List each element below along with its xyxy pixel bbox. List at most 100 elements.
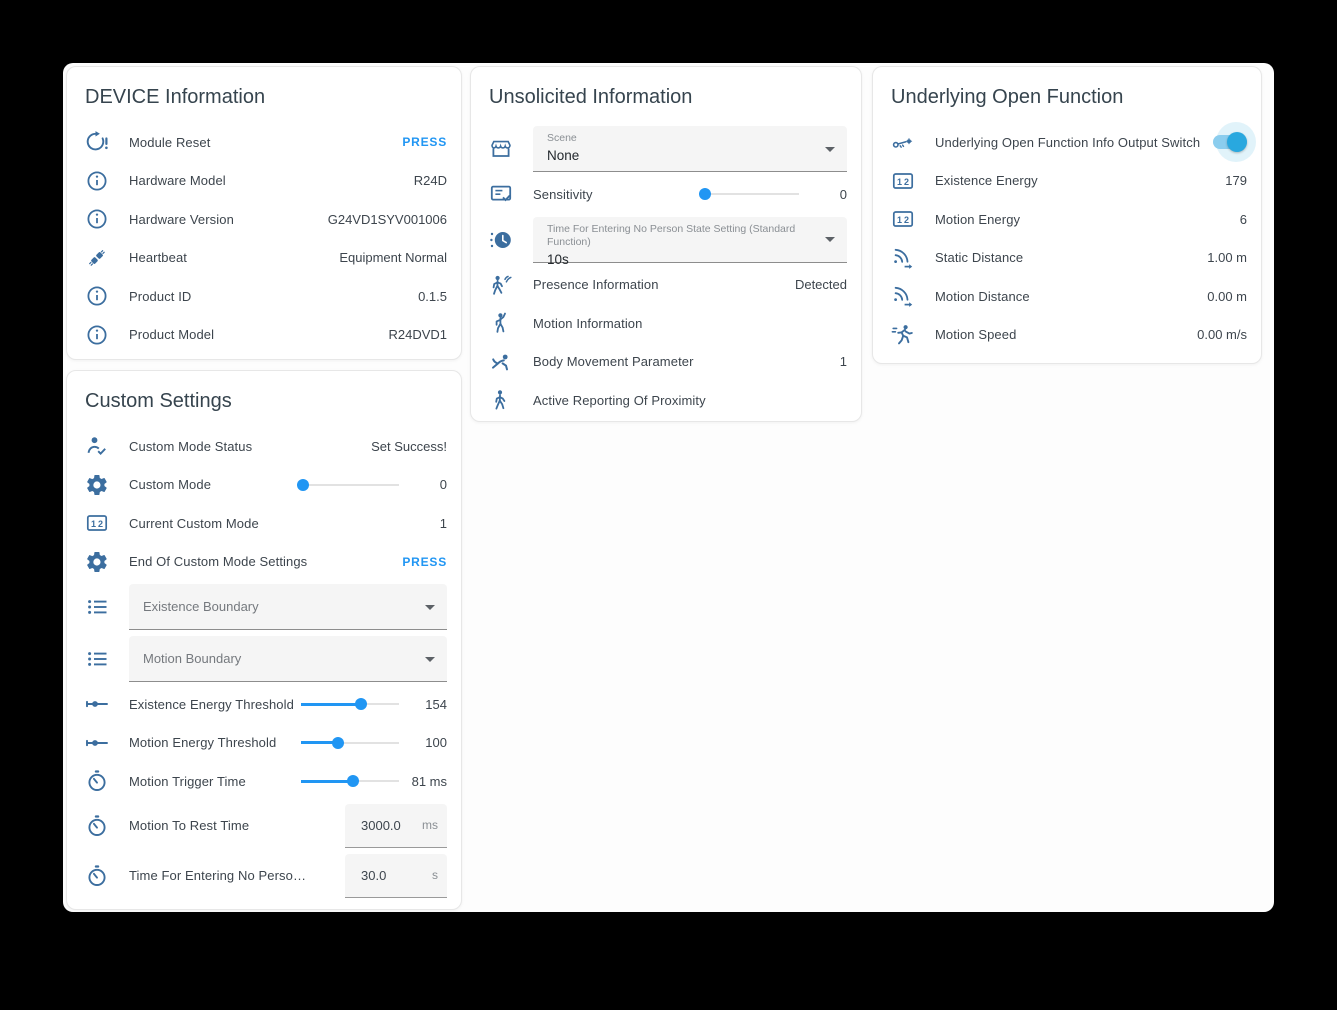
existence-energy-label: Existence Energy [935, 173, 1225, 188]
plug-icon [85, 246, 109, 270]
hardware-model-label: Hardware Model [129, 173, 414, 188]
scene-row: Scene None [471, 123, 861, 175]
unsolicited-information-title: Unsolicited Information [471, 83, 861, 111]
module-reset-row: Module Reset PRESS [67, 123, 461, 162]
person-check-icon [85, 434, 109, 458]
chevron-down-icon [825, 147, 835, 152]
sensitivity-slider[interactable] [701, 187, 799, 201]
timer-icon [85, 769, 109, 793]
key-icon [891, 130, 915, 154]
motion-distance-label: Motion Distance [935, 289, 1207, 304]
hardware-version-row: Hardware Version G24VD1SYV001006 [67, 200, 461, 239]
hardware-model-value: R24D [414, 173, 447, 188]
time-no-person-standard-select[interactable]: Time For Entering No Person State Settin… [533, 217, 847, 263]
custom-mode-status-value: Set Success! [371, 439, 447, 454]
product-model-label: Product Model [129, 327, 388, 342]
sensitivity-value: 0 [807, 187, 847, 202]
end-custom-mode-row: End Of Custom Mode Settings PRESS [67, 543, 461, 582]
existence-boundary-select[interactable]: Existence Boundary [129, 584, 447, 630]
product-id-value: 0.1.5 [418, 289, 447, 304]
info-icon [85, 323, 109, 347]
motion-to-rest-time-label: Motion To Rest Time [129, 818, 345, 833]
motion-boundary-select[interactable]: Motion Boundary [129, 636, 447, 682]
timer-icon [85, 814, 109, 838]
device-information-title: DEVICE Information [67, 83, 461, 111]
existence-energy-threshold-value: 154 [407, 697, 447, 712]
motion-energy-threshold-slider[interactable] [301, 736, 399, 750]
motion-energy-row: Motion Energy 6 [873, 200, 1261, 239]
product-id-row: Product ID 0.1.5 [67, 277, 461, 316]
heartbeat-row: Heartbeat Equipment Normal [67, 239, 461, 278]
hardware-version-value: G24VD1SYV001006 [328, 212, 447, 227]
current-custom-mode-label: Current Custom Mode [129, 516, 440, 531]
runner-icon [891, 323, 915, 347]
motion-information-row: Motion Information [471, 304, 861, 343]
motion-distance-value: 0.00 m [1207, 289, 1247, 304]
body-movement-icon [489, 350, 513, 374]
underlying-open-function-title: Underlying Open Function [873, 83, 1261, 111]
product-model-value: R24DVD1 [388, 327, 447, 342]
existence-energy-threshold-slider[interactable] [301, 697, 399, 711]
underlying-open-function-card: Underlying Open Function Underlying Open… [872, 66, 1262, 364]
list-icon [85, 647, 109, 671]
sensitivity-label: Sensitivity [533, 187, 701, 202]
motion-trigger-time-slider[interactable] [301, 774, 399, 788]
info-icon [85, 207, 109, 231]
existence-boundary-label: Existence Boundary [143, 600, 259, 613]
output-switch-row: Underlying Open Function Info Output Swi… [873, 123, 1261, 162]
static-distance-label: Static Distance [935, 250, 1207, 265]
hardware-model-row: Hardware Model R24D [67, 162, 461, 201]
static-distance-value: 1.00 m [1207, 250, 1247, 265]
walking-person-icon [489, 388, 513, 412]
module-reset-press-button[interactable]: PRESS [402, 135, 447, 149]
motion-to-rest-time-unit: ms [422, 818, 438, 832]
static-distance-row: Static Distance 1.00 m [873, 239, 1261, 278]
slider-icon [85, 731, 109, 755]
storefront-icon [489, 137, 513, 161]
existence-energy-value: 179 [1225, 173, 1247, 188]
existence-boundary-row: Existence Boundary [67, 581, 461, 633]
chevron-down-icon [425, 657, 435, 662]
end-custom-mode-label: End Of Custom Mode Settings [129, 554, 402, 569]
time-no-person-unit: s [432, 868, 438, 882]
end-custom-mode-press-button[interactable]: PRESS [402, 555, 447, 569]
motion-trigger-time-row: Motion Trigger Time 81 ms [67, 762, 461, 801]
existence-energy-threshold-row: Existence Energy Threshold 154 [67, 685, 461, 724]
numeric-icon [891, 169, 915, 193]
motion-speed-row: Motion Speed 0.00 m/s [873, 316, 1261, 355]
device-information-card: DEVICE Information Module Reset PRESS Ha… [66, 66, 462, 360]
time-no-person-input[interactable]: 30.0 s [345, 854, 447, 898]
custom-mode-label: Custom Mode [129, 477, 301, 492]
app-content-area: DEVICE Information Module Reset PRESS Ha… [63, 63, 1274, 912]
custom-mode-value: 0 [407, 477, 447, 492]
info-icon [85, 284, 109, 308]
heartbeat-value: Equipment Normal [339, 250, 447, 265]
numeric-icon [891, 207, 915, 231]
output-switch-label: Underlying Open Function Info Output Swi… [935, 135, 1211, 150]
time-no-person-standard-value: 10s [547, 252, 817, 267]
scene-select[interactable]: Scene None [533, 126, 847, 172]
body-movement-row: Body Movement Parameter 1 [471, 343, 861, 382]
body-movement-value: 1 [840, 354, 847, 369]
radar-distance-icon [891, 246, 915, 270]
numeric-icon [85, 511, 109, 535]
motion-energy-threshold-label: Motion Energy Threshold [129, 735, 301, 750]
reset-icon [85, 130, 109, 154]
motion-energy-threshold-value: 100 [407, 735, 447, 750]
output-switch-toggle[interactable] [1211, 132, 1247, 152]
scene-select-value: None [547, 148, 817, 163]
motion-trigger-time-label: Motion Trigger Time [129, 774, 301, 789]
motion-to-rest-time-input[interactable]: 3000.0 ms [345, 804, 447, 848]
time-no-person-value: 30.0 [361, 868, 386, 883]
current-custom-mode-row: Current Custom Mode 1 [67, 504, 461, 543]
custom-mode-slider[interactable] [301, 478, 399, 492]
custom-mode-status-row: Custom Mode Status Set Success! [67, 427, 461, 466]
scene-select-label: Scene [547, 132, 817, 145]
module-reset-label: Module Reset [129, 135, 402, 150]
slider-icon [85, 692, 109, 716]
timer-icon [85, 864, 109, 888]
gear-icon [85, 550, 109, 574]
existence-energy-row: Existence Energy 179 [873, 162, 1261, 201]
current-custom-mode-value: 1 [440, 516, 447, 531]
info-icon [85, 169, 109, 193]
